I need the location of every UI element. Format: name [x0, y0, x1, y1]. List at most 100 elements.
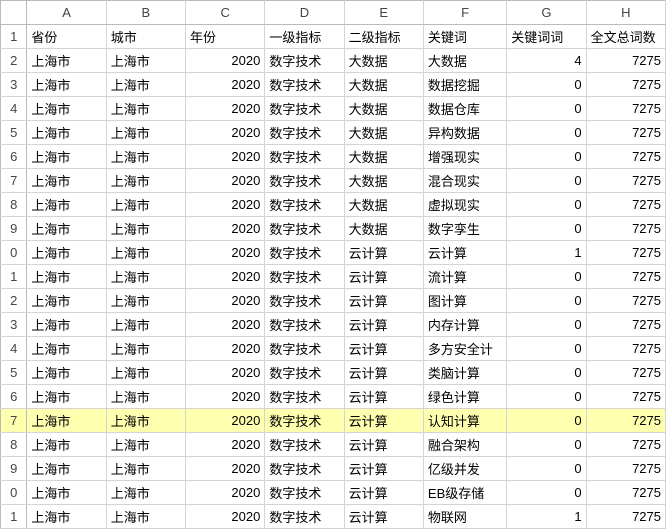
cell[interactable]: 7275	[586, 121, 665, 145]
cell[interactable]: 上海市	[27, 505, 106, 529]
cell[interactable]: 0	[507, 169, 586, 193]
col-letter[interactable]: G	[507, 1, 586, 25]
cell[interactable]: 上海市	[106, 241, 185, 265]
cell[interactable]: 数字技术	[265, 241, 344, 265]
cell[interactable]: 7275	[586, 385, 665, 409]
cell[interactable]: 上海市	[27, 49, 106, 73]
header-cell[interactable]: 全文总词数	[586, 25, 665, 49]
row-number[interactable]: 3	[1, 73, 27, 97]
cell[interactable]: 流计算	[423, 265, 506, 289]
cell[interactable]: 2020	[186, 505, 265, 529]
cell[interactable]: 0	[507, 313, 586, 337]
cell[interactable]: 0	[507, 97, 586, 121]
cell[interactable]: 云计算	[344, 457, 423, 481]
header-cell[interactable]: 关键词	[423, 25, 506, 49]
cell[interactable]: 上海市	[27, 385, 106, 409]
row-number[interactable]: 1	[1, 265, 27, 289]
cell[interactable]: 2020	[186, 361, 265, 385]
cell[interactable]: 上海市	[106, 457, 185, 481]
cell[interactable]: 数字技术	[265, 481, 344, 505]
cell[interactable]: 0	[507, 145, 586, 169]
cell[interactable]: 4	[507, 49, 586, 73]
cell[interactable]: 上海市	[106, 505, 185, 529]
col-letter[interactable]: H	[586, 1, 665, 25]
cell[interactable]: 7275	[586, 433, 665, 457]
cell[interactable]: 大数据	[344, 73, 423, 97]
cell[interactable]: 多方安全计	[423, 337, 506, 361]
cell[interactable]: 上海市	[27, 409, 106, 433]
cell[interactable]: 上海市	[27, 481, 106, 505]
cell[interactable]: 7275	[586, 337, 665, 361]
cell[interactable]: 7275	[586, 73, 665, 97]
cell[interactable]: 上海市	[27, 313, 106, 337]
cell[interactable]: 0	[507, 265, 586, 289]
cell[interactable]: 2020	[186, 121, 265, 145]
cell[interactable]: 上海市	[27, 361, 106, 385]
cell[interactable]: 上海市	[106, 49, 185, 73]
cell[interactable]: 大数据	[423, 49, 506, 73]
cell[interactable]: 云计算	[344, 361, 423, 385]
cell[interactable]: 云计算	[423, 241, 506, 265]
cell[interactable]: 7275	[586, 361, 665, 385]
cell[interactable]: 数字技术	[265, 457, 344, 481]
cell[interactable]: 上海市	[106, 313, 185, 337]
cell[interactable]: 1	[507, 241, 586, 265]
cell[interactable]: 7275	[586, 409, 665, 433]
cell[interactable]: 数字技术	[265, 361, 344, 385]
cell[interactable]: 数字技术	[265, 265, 344, 289]
cell[interactable]: 2020	[186, 265, 265, 289]
row-number[interactable]: 1	[1, 25, 27, 49]
header-cell[interactable]: 年份	[186, 25, 265, 49]
cell[interactable]: 7275	[586, 145, 665, 169]
cell[interactable]: 数字技术	[265, 313, 344, 337]
cell[interactable]: 上海市	[27, 289, 106, 313]
col-letter[interactable]: C	[186, 1, 265, 25]
row-number[interactable]: 0	[1, 481, 27, 505]
cell[interactable]: 7275	[586, 289, 665, 313]
cell[interactable]: 上海市	[27, 241, 106, 265]
cell[interactable]: 上海市	[27, 145, 106, 169]
row-number[interactable]: 4	[1, 337, 27, 361]
cell[interactable]: 7275	[586, 241, 665, 265]
cell[interactable]: 7275	[586, 97, 665, 121]
cell[interactable]: 上海市	[106, 97, 185, 121]
cell[interactable]: 7275	[586, 49, 665, 73]
cell[interactable]: 上海市	[27, 265, 106, 289]
cell[interactable]: 数字技术	[265, 217, 344, 241]
cell[interactable]: 2020	[186, 241, 265, 265]
cell[interactable]: 数字技术	[265, 145, 344, 169]
cell[interactable]: 2020	[186, 97, 265, 121]
cell[interactable]: 亿级并发	[423, 457, 506, 481]
cell[interactable]: 数字技术	[265, 193, 344, 217]
cell[interactable]: 上海市	[27, 73, 106, 97]
row-number[interactable]: 0	[1, 241, 27, 265]
row-number[interactable]: 8	[1, 193, 27, 217]
cell[interactable]: 2020	[186, 481, 265, 505]
cell[interactable]: 0	[507, 361, 586, 385]
cell[interactable]: 2020	[186, 73, 265, 97]
cell[interactable]: 云计算	[344, 265, 423, 289]
cell[interactable]: 上海市	[27, 217, 106, 241]
cell[interactable]: 7275	[586, 217, 665, 241]
row-number[interactable]: 4	[1, 97, 27, 121]
cell[interactable]: 0	[507, 433, 586, 457]
cell[interactable]: 0	[507, 73, 586, 97]
cell[interactable]: 数据挖掘	[423, 73, 506, 97]
cell[interactable]: 2020	[186, 49, 265, 73]
cell[interactable]: 2020	[186, 409, 265, 433]
cell[interactable]: 云计算	[344, 385, 423, 409]
cell[interactable]: 0	[507, 337, 586, 361]
cell[interactable]: 云计算	[344, 433, 423, 457]
cell[interactable]: 内存计算	[423, 313, 506, 337]
col-letter[interactable]: E	[344, 1, 423, 25]
cell[interactable]: 增强现实	[423, 145, 506, 169]
cell[interactable]: 数字技术	[265, 505, 344, 529]
cell[interactable]: 0	[507, 193, 586, 217]
cell[interactable]: EB级存储	[423, 481, 506, 505]
cell[interactable]: 大数据	[344, 49, 423, 73]
cell[interactable]: 大数据	[344, 217, 423, 241]
cell[interactable]: 类脑计算	[423, 361, 506, 385]
cell[interactable]: 数字技术	[265, 97, 344, 121]
cell[interactable]: 上海市	[106, 361, 185, 385]
col-letter[interactable]: F	[423, 1, 506, 25]
